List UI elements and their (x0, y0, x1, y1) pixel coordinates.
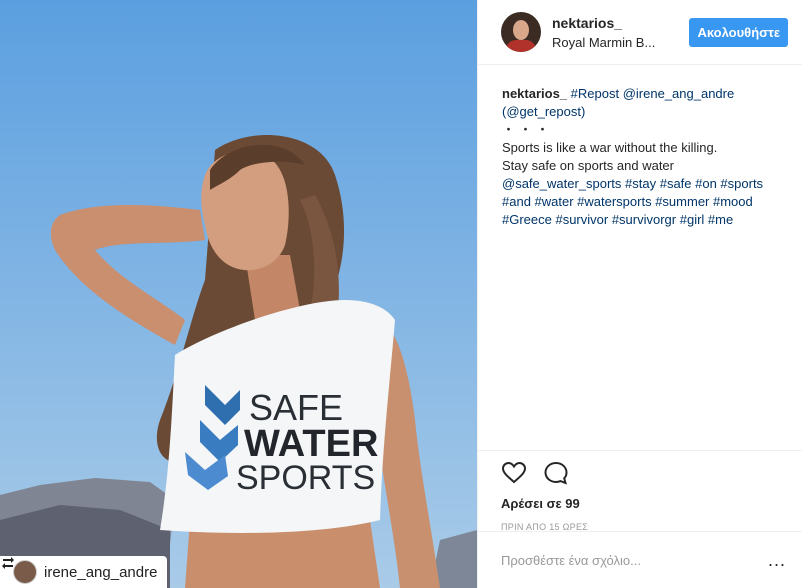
caption-line2[interactable]: (@get_repost) (502, 103, 786, 121)
post-container: SAFE WATER SPORTS irene_ang_andre nektar… (0, 0, 802, 588)
heart-icon[interactable] (501, 461, 527, 487)
post-side-panel: nektarios_ Royal Marmin B... Ακολουθήστε… (477, 0, 802, 588)
comment-section: ... (478, 531, 802, 588)
repost-user-avatar (13, 560, 37, 584)
author-avatar[interactable] (501, 12, 541, 52)
caption-line5[interactable]: @safe_water_sports #stay #safe #on #spor… (502, 175, 786, 193)
repost-badge: irene_ang_andre (0, 556, 168, 588)
caption-line4: Stay safe on sports and water (502, 158, 674, 173)
repost-username: irene_ang_andre (44, 563, 158, 581)
likes-count[interactable]: Αρέσει σε 99 (501, 496, 786, 511)
caption-dots: ・・・ (502, 122, 554, 137)
action-bar (501, 451, 786, 487)
author-location[interactable]: Royal Marmin B... (552, 35, 664, 50)
comment-icon[interactable] (543, 461, 569, 487)
shirt-text-line3: SPORTS (236, 459, 375, 497)
post-image[interactable]: SAFE WATER SPORTS irene_ang_andre (0, 0, 477, 588)
shirt-text-line1: SAFE (249, 387, 343, 428)
more-options-icon[interactable]: ... (768, 551, 786, 569)
actions-section: Αρέσει σε 99 ΠΡΙΝ ΑΠΟ 15 ΩΡΕΣ (478, 450, 802, 532)
comment-input[interactable] (501, 552, 768, 568)
post-header: nektarios_ Royal Marmin B... Ακολουθήστε (478, 0, 802, 65)
photo-illustration: SAFE WATER SPORTS (0, 0, 477, 588)
caption-username[interactable]: nektarios_ (502, 86, 567, 101)
follow-button[interactable]: Ακολουθήστε (689, 17, 788, 47)
post-caption: nektarios_ #Repost @irene_ang_andre (@ge… (478, 65, 802, 229)
caption-line7[interactable]: #Greece #survivor #survivorgr #girl #me (502, 211, 786, 229)
caption-line6[interactable]: #and #water #watersports #summer #mood (502, 193, 786, 211)
caption-tags-line1[interactable]: #Repost @irene_ang_andre (571, 86, 735, 101)
author-username[interactable]: nektarios_ (552, 15, 689, 31)
caption-line3: Sports is like a war without the killing… (502, 140, 718, 155)
